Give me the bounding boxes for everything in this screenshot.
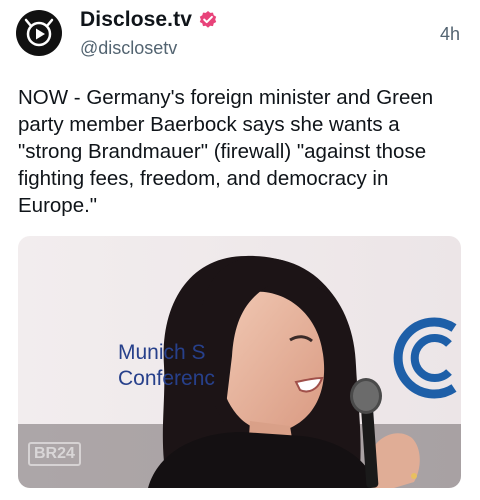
display-name[interactable]: Disclose.tv bbox=[80, 8, 192, 32]
banner-line-1: Munich S bbox=[118, 341, 206, 364]
timestamp[interactable]: 4h bbox=[440, 24, 460, 45]
conference-banner-text: Munich S Conferenc bbox=[118, 340, 215, 392]
post-text: NOW - Germany's foreign minister and Gre… bbox=[18, 86, 434, 217]
post-image[interactable]: Munich S Conferenc BR24 bbox=[18, 236, 461, 488]
handle[interactable]: @disclosetv bbox=[80, 38, 218, 59]
image-scene bbox=[18, 236, 461, 488]
play-icon bbox=[18, 12, 60, 54]
broadcaster-watermark: BR24 bbox=[28, 442, 81, 466]
avatar[interactable] bbox=[16, 10, 62, 56]
verified-badge-icon bbox=[199, 11, 217, 28]
author-block: Disclose.tv @disclosetv bbox=[80, 8, 218, 59]
banner-line-2: Conferenc bbox=[118, 367, 215, 390]
